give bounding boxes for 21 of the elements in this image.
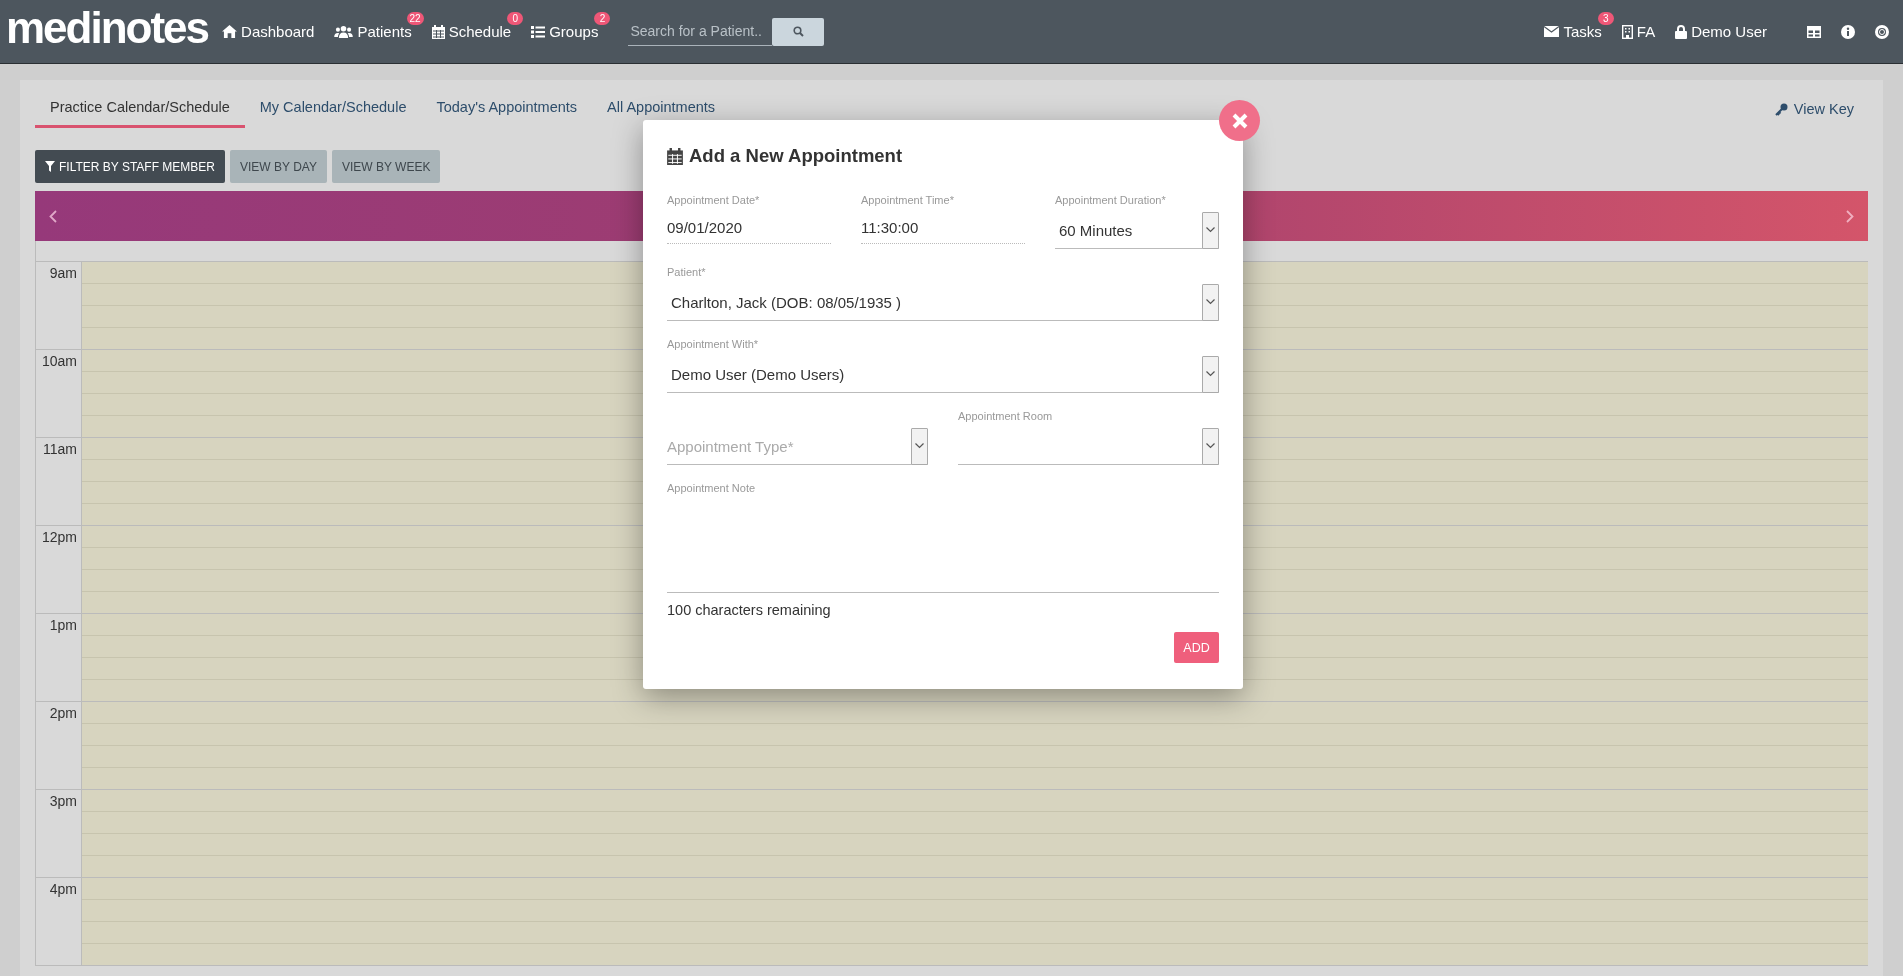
hour-label: 11am (43, 440, 77, 457)
character-counter: 100 characters remaining (667, 602, 832, 618)
hour-label: 2pm (49, 704, 77, 721)
hour-label: 10am (41, 352, 77, 369)
count-badge: 2 (594, 12, 611, 25)
count-badge: 3 (1597, 12, 1614, 25)
field-label: Appointment With* (667, 338, 760, 352)
field-label: Appointment Time* (861, 194, 955, 208)
hour-label: 1pm (49, 616, 77, 633)
hour-label: 3pm (49, 792, 77, 809)
field-label: Patient* (667, 266, 707, 280)
dialog-title: Add a New Appointment (689, 145, 903, 167)
field-label: Appointment Duration* (1055, 194, 1167, 208)
count-badge: 22 (406, 12, 424, 25)
hour-label: 9am (49, 264, 77, 281)
hour-label: 4pm (49, 880, 77, 897)
field-label: Appointment Note (667, 482, 757, 496)
hour-label: 12pm (41, 528, 77, 545)
field-label: Appointment Room (958, 410, 1054, 424)
field-label: Appointment Date* (667, 194, 761, 208)
count-badge: 0 (507, 12, 524, 25)
